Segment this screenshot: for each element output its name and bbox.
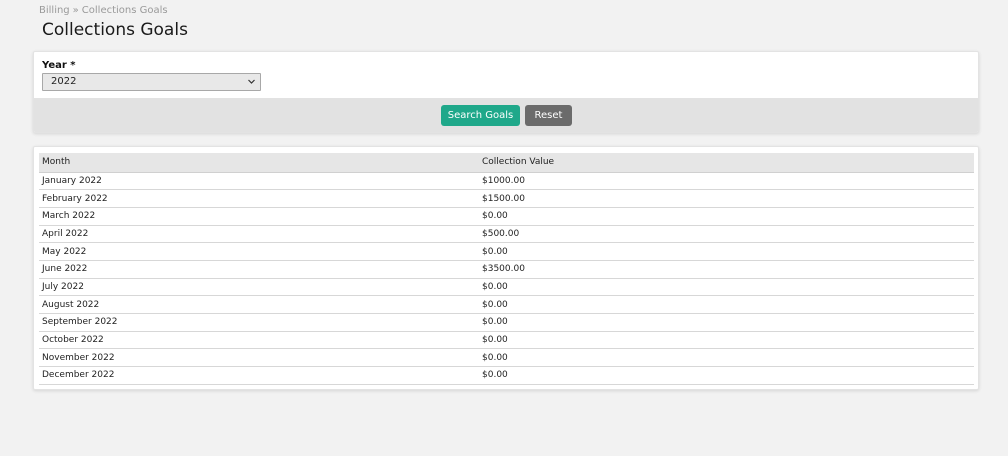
column-header-month: Month xyxy=(39,153,479,173)
breadcrumb-separator: » xyxy=(72,5,79,16)
table-row: November 2022 $0.00 xyxy=(39,348,974,368)
year-label: Year * xyxy=(42,60,76,71)
search-panel: Year * 2022 Search Goals Reset xyxy=(33,51,979,133)
search-goals-button[interactable]: Search Goals xyxy=(441,105,520,126)
table-row: December 2022 $0.00 xyxy=(39,366,974,385)
table-row: January 2022 $1000.00 xyxy=(39,172,974,191)
month-cell: April 2022 xyxy=(39,225,479,244)
collection-value-cell: $0.00 xyxy=(479,348,974,368)
collection-value-cell: $0.00 xyxy=(479,242,974,261)
table-header-row: Month Collection Value xyxy=(39,153,974,173)
table-row: April 2022 $500.00 xyxy=(39,225,974,244)
month-cell: August 2022 xyxy=(39,295,479,314)
search-actions-bar: Search Goals Reset xyxy=(34,98,978,132)
month-cell: September 2022 xyxy=(39,313,479,332)
month-cell: May 2022 xyxy=(39,242,479,261)
month-cell: October 2022 xyxy=(39,331,479,350)
collection-value-cell: $0.00 xyxy=(479,207,974,226)
month-cell: March 2022 xyxy=(39,207,479,226)
table-row: August 2022 $0.00 xyxy=(39,295,974,314)
month-cell: November 2022 xyxy=(39,348,479,368)
column-header-collection-value: Collection Value xyxy=(479,153,974,173)
month-cell: December 2022 xyxy=(39,366,479,385)
table-row: May 2022 $0.00 xyxy=(39,242,974,261)
table-row: March 2022 $0.00 xyxy=(39,207,974,226)
breadcrumb-current: Collections Goals xyxy=(81,5,168,16)
table-row: October 2022 $0.00 xyxy=(39,331,974,350)
month-cell: January 2022 xyxy=(39,172,479,191)
collection-value-cell: $1000.00 xyxy=(479,172,974,191)
collection-value-cell: $0.00 xyxy=(479,295,974,314)
breadcrumb-billing-link[interactable]: Billing xyxy=(39,5,70,16)
year-select-value: 2022 xyxy=(51,76,77,87)
table-row: July 2022 $0.00 xyxy=(39,278,974,297)
breadcrumb: Billing» Collections Goals xyxy=(39,5,168,16)
chevron-down-icon xyxy=(247,74,256,96)
collection-value-cell: $0.00 xyxy=(479,366,974,385)
collection-value-cell: $500.00 xyxy=(479,225,974,244)
table-row: February 2022 $1500.00 xyxy=(39,189,974,208)
month-cell: July 2022 xyxy=(39,278,479,297)
table-row: September 2022 $0.00 xyxy=(39,313,974,332)
month-cell: February 2022 xyxy=(39,189,479,208)
collection-value-cell: $0.00 xyxy=(479,313,974,332)
collection-value-cell: $0.00 xyxy=(479,331,974,350)
reset-button[interactable]: Reset xyxy=(525,105,572,126)
page-title: Collections Goals xyxy=(42,20,188,40)
collection-value-cell: $3500.00 xyxy=(479,260,974,279)
table-row: June 2022 $3500.00 xyxy=(39,260,974,279)
collection-value-cell: $0.00 xyxy=(479,278,974,297)
month-cell: June 2022 xyxy=(39,260,479,279)
collection-value-cell: $1500.00 xyxy=(479,189,974,208)
results-panel: Month Collection Value January 2022 $1000… xyxy=(33,146,979,390)
year-select[interactable]: 2022 xyxy=(42,73,261,91)
collections-goals-table: Month Collection Value January 2022 $1000… xyxy=(39,153,974,385)
